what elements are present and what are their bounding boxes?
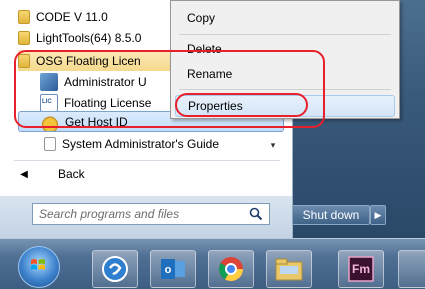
framemaker-label: Fm [352, 262, 370, 276]
folder-icon [18, 30, 30, 45]
taskbar-file-explorer[interactable] [266, 250, 312, 288]
program-label: System Administrator's Guide [62, 136, 220, 151]
chrome-icon [218, 257, 243, 282]
svg-text:o: o [165, 264, 172, 276]
annotation-highlight-properties [175, 93, 308, 117]
program-item-sysadmin-guide[interactable]: System Administrator's Guide [18, 133, 306, 154]
search-icon[interactable] [249, 207, 263, 221]
outlook-icon: o [161, 259, 185, 279]
taskbar-framemaker[interactable]: Fm [338, 250, 384, 288]
document-icon [44, 136, 56, 151]
context-menu-copy[interactable]: Copy [175, 7, 395, 29]
folder-icon [18, 9, 30, 24]
shutdown-group: Shut down ▶ [292, 205, 386, 225]
back-label: Back [58, 167, 85, 181]
shutdown-options-chevron-icon[interactable]: ▶ [370, 205, 386, 225]
back-arrow-icon: ◀ [20, 168, 28, 180]
back-button[interactable]: ◀ Back [14, 163, 280, 185]
search-input[interactable]: Search programs and files [32, 203, 270, 225]
taskbar-chat-app[interactable] [92, 250, 138, 288]
context-menu-divider [179, 34, 391, 35]
program-label: CODE V 11.0 [36, 9, 108, 24]
windows-logo-icon [31, 259, 45, 270]
taskbar-app-partial[interactable] [398, 250, 425, 288]
scroll-down-arrow-icon[interactable]: ▾ [266, 130, 280, 160]
taskbar-chrome[interactable] [208, 250, 254, 288]
shutdown-button[interactable]: Shut down [292, 205, 370, 225]
file-explorer-icon [275, 258, 303, 281]
menu-divider [14, 160, 280, 161]
program-label: LightTools(64) 8.5.0 [36, 30, 142, 45]
search-placeholder: Search programs and files [39, 207, 180, 221]
chat-app-icon [102, 256, 128, 282]
taskbar-outlook[interactable]: o [150, 250, 196, 288]
